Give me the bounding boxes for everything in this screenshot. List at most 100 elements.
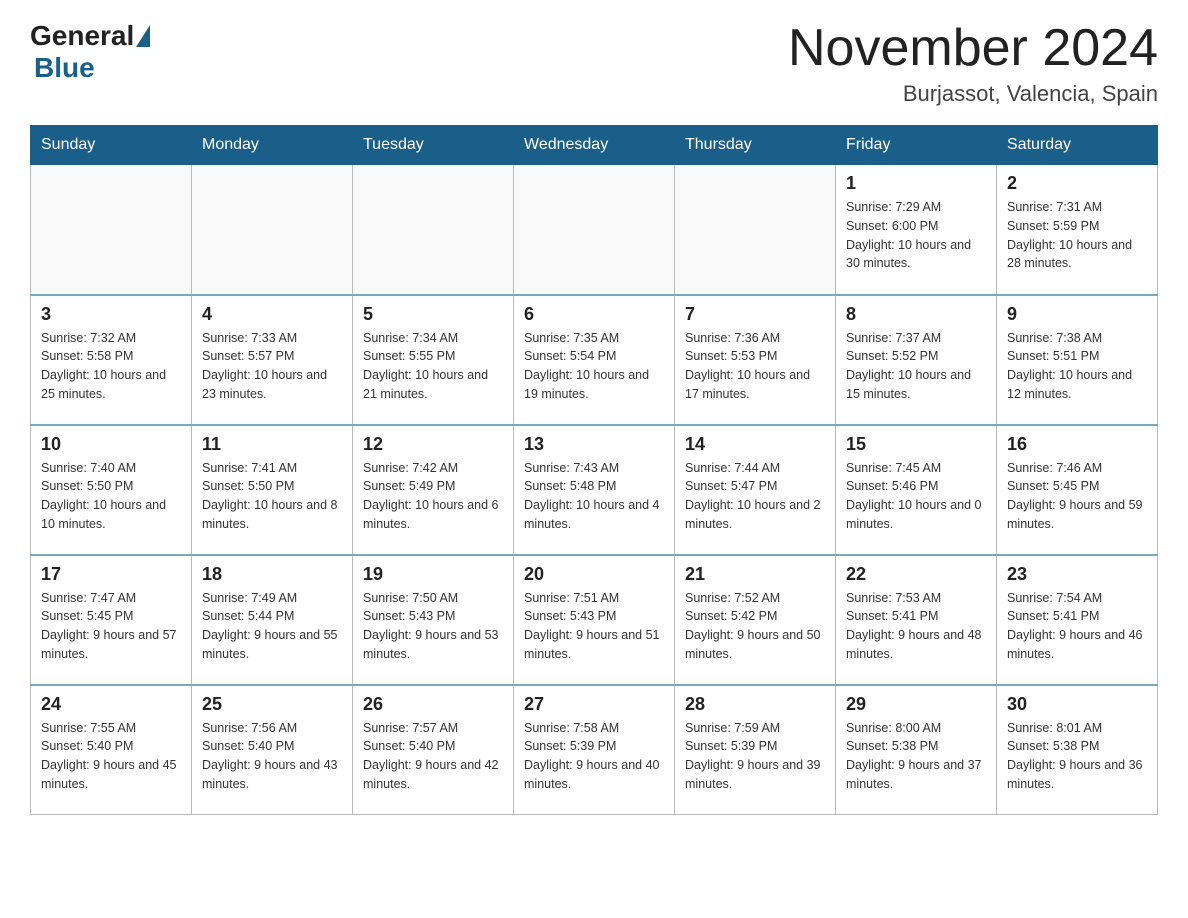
calendar-cell xyxy=(192,165,353,295)
col-header-monday: Monday xyxy=(192,126,353,165)
day-number: 21 xyxy=(685,564,825,585)
logo-blue-text: Blue xyxy=(34,52,95,83)
calendar-cell xyxy=(31,165,192,295)
calendar-week-row: 1 Sunrise: 7:29 AMSunset: 6:00 PMDaylight… xyxy=(31,165,1158,295)
calendar-cell: 28 Sunrise: 7:59 AMSunset: 5:39 PMDayligh… xyxy=(675,685,836,815)
calendar-header-row: SundayMondayTuesdayWednesdayThursdayFrid… xyxy=(31,126,1158,165)
calendar-cell: 25 Sunrise: 7:56 AMSunset: 5:40 PMDayligh… xyxy=(192,685,353,815)
day-number: 9 xyxy=(1007,304,1147,325)
calendar-cell: 13 Sunrise: 7:43 AMSunset: 5:48 PMDayligh… xyxy=(514,425,675,555)
calendar-cell: 30Sunrise: 8:01 AMSunset: 5:38 PMDayligh… xyxy=(997,685,1158,815)
sun-info: Sunrise: 8:00 AMSunset: 5:38 PMDaylight:… xyxy=(846,719,986,794)
day-number: 18 xyxy=(202,564,342,585)
day-number: 8 xyxy=(846,304,986,325)
day-number: 19 xyxy=(363,564,503,585)
title-block: November 2024 Burjassot, Valencia, Spain xyxy=(788,20,1158,107)
day-number: 23 xyxy=(1007,564,1147,585)
sun-info: Sunrise: 7:38 AMSunset: 5:51 PMDaylight:… xyxy=(1007,329,1147,404)
day-number: 16 xyxy=(1007,434,1147,455)
sun-info: Sunrise: 7:56 AMSunset: 5:40 PMDaylight:… xyxy=(202,719,342,794)
calendar-cell: 26 Sunrise: 7:57 AMSunset: 5:40 PMDayligh… xyxy=(353,685,514,815)
col-header-tuesday: Tuesday xyxy=(353,126,514,165)
day-number: 4 xyxy=(202,304,342,325)
sun-info: Sunrise: 7:52 AMSunset: 5:42 PMDaylight:… xyxy=(685,589,825,664)
day-number: 25 xyxy=(202,694,342,715)
sun-info: Sunrise: 7:33 AMSunset: 5:57 PMDaylight:… xyxy=(202,329,342,404)
sun-info: Sunrise: 7:54 AMSunset: 5:41 PMDaylight:… xyxy=(1007,589,1147,664)
col-header-wednesday: Wednesday xyxy=(514,126,675,165)
day-number: 20 xyxy=(524,564,664,585)
calendar-cell: 14Sunrise: 7:44 AMSunset: 5:47 PMDayligh… xyxy=(675,425,836,555)
sun-info: Sunrise: 7:50 AMSunset: 5:43 PMDaylight:… xyxy=(363,589,503,664)
calendar-cell: 18 Sunrise: 7:49 AMSunset: 5:44 PMDayligh… xyxy=(192,555,353,685)
sun-info: Sunrise: 7:41 AMSunset: 5:50 PMDaylight:… xyxy=(202,459,342,534)
day-number: 13 xyxy=(524,434,664,455)
day-number: 29 xyxy=(846,694,986,715)
day-number: 1 xyxy=(846,173,986,194)
page-header: General Blue November 2024 Burjassot, Va… xyxy=(30,20,1158,107)
sun-info: Sunrise: 7:51 AMSunset: 5:43 PMDaylight:… xyxy=(524,589,664,664)
sun-info: Sunrise: 7:40 AMSunset: 5:50 PMDaylight:… xyxy=(41,459,181,534)
logo-triangle-icon xyxy=(136,25,150,47)
day-number: 11 xyxy=(202,434,342,455)
sun-info: Sunrise: 7:31 AMSunset: 5:59 PMDaylight:… xyxy=(1007,198,1147,273)
sun-info: Sunrise: 8:01 AMSunset: 5:38 PMDaylight:… xyxy=(1007,719,1147,794)
day-number: 12 xyxy=(363,434,503,455)
calendar-week-row: 3 Sunrise: 7:32 AMSunset: 5:58 PMDaylight… xyxy=(31,295,1158,425)
col-header-saturday: Saturday xyxy=(997,126,1158,165)
sun-info: Sunrise: 7:34 AMSunset: 5:55 PMDaylight:… xyxy=(363,329,503,404)
sun-info: Sunrise: 7:42 AMSunset: 5:49 PMDaylight:… xyxy=(363,459,503,534)
sun-info: Sunrise: 7:35 AMSunset: 5:54 PMDaylight:… xyxy=(524,329,664,404)
calendar-week-row: 17Sunrise: 7:47 AMSunset: 5:45 PMDayligh… xyxy=(31,555,1158,685)
calendar-cell xyxy=(514,165,675,295)
calendar-cell: 16 Sunrise: 7:46 AMSunset: 5:45 PMDayligh… xyxy=(997,425,1158,555)
calendar-week-row: 10 Sunrise: 7:40 AMSunset: 5:50 PMDayligh… xyxy=(31,425,1158,555)
sun-info: Sunrise: 7:46 AMSunset: 5:45 PMDaylight:… xyxy=(1007,459,1147,534)
calendar-cell: 22 Sunrise: 7:53 AMSunset: 5:41 PMDayligh… xyxy=(836,555,997,685)
calendar-cell: 5Sunrise: 7:34 AMSunset: 5:55 PMDaylight… xyxy=(353,295,514,425)
logo: General Blue xyxy=(30,20,152,84)
col-header-sunday: Sunday xyxy=(31,126,192,165)
day-number: 28 xyxy=(685,694,825,715)
sun-info: Sunrise: 7:36 AMSunset: 5:53 PMDaylight:… xyxy=(685,329,825,404)
sun-info: Sunrise: 7:57 AMSunset: 5:40 PMDaylight:… xyxy=(363,719,503,794)
sun-info: Sunrise: 7:45 AMSunset: 5:46 PMDaylight:… xyxy=(846,459,986,534)
calendar-cell: 17Sunrise: 7:47 AMSunset: 5:45 PMDayligh… xyxy=(31,555,192,685)
location-subtitle: Burjassot, Valencia, Spain xyxy=(788,81,1158,107)
calendar-cell: 10 Sunrise: 7:40 AMSunset: 5:50 PMDayligh… xyxy=(31,425,192,555)
sun-info: Sunrise: 7:37 AMSunset: 5:52 PMDaylight:… xyxy=(846,329,986,404)
day-number: 2 xyxy=(1007,173,1147,194)
calendar-cell: 6 Sunrise: 7:35 AMSunset: 5:54 PMDaylight… xyxy=(514,295,675,425)
sun-info: Sunrise: 7:49 AMSunset: 5:44 PMDaylight:… xyxy=(202,589,342,664)
sun-info: Sunrise: 7:44 AMSunset: 5:47 PMDaylight:… xyxy=(685,459,825,534)
sun-info: Sunrise: 7:58 AMSunset: 5:39 PMDaylight:… xyxy=(524,719,664,794)
calendar-cell: 24 Sunrise: 7:55 AMSunset: 5:40 PMDayligh… xyxy=(31,685,192,815)
day-number: 6 xyxy=(524,304,664,325)
sun-info: Sunrise: 7:53 AMSunset: 5:41 PMDaylight:… xyxy=(846,589,986,664)
day-number: 3 xyxy=(41,304,181,325)
calendar-cell: 12 Sunrise: 7:42 AMSunset: 5:49 PMDayligh… xyxy=(353,425,514,555)
calendar-cell: 8 Sunrise: 7:37 AMSunset: 5:52 PMDaylight… xyxy=(836,295,997,425)
calendar-cell: 1 Sunrise: 7:29 AMSunset: 6:00 PMDaylight… xyxy=(836,165,997,295)
sun-info: Sunrise: 7:59 AMSunset: 5:39 PMDaylight:… xyxy=(685,719,825,794)
sun-info: Sunrise: 7:32 AMSunset: 5:58 PMDaylight:… xyxy=(41,329,181,404)
day-number: 10 xyxy=(41,434,181,455)
day-number: 22 xyxy=(846,564,986,585)
calendar-cell: 4 Sunrise: 7:33 AMSunset: 5:57 PMDaylight… xyxy=(192,295,353,425)
day-number: 27 xyxy=(524,694,664,715)
day-number: 24 xyxy=(41,694,181,715)
sun-info: Sunrise: 7:43 AMSunset: 5:48 PMDaylight:… xyxy=(524,459,664,534)
calendar-table: SundayMondayTuesdayWednesdayThursdayFrid… xyxy=(30,125,1158,815)
calendar-cell: 7Sunrise: 7:36 AMSunset: 5:53 PMDaylight… xyxy=(675,295,836,425)
sun-info: Sunrise: 7:55 AMSunset: 5:40 PMDaylight:… xyxy=(41,719,181,794)
calendar-cell: 11 Sunrise: 7:41 AMSunset: 5:50 PMDayligh… xyxy=(192,425,353,555)
calendar-cell: 20 Sunrise: 7:51 AMSunset: 5:43 PMDayligh… xyxy=(514,555,675,685)
calendar-cell: 29 Sunrise: 8:00 AMSunset: 5:38 PMDayligh… xyxy=(836,685,997,815)
sun-info: Sunrise: 7:29 AMSunset: 6:00 PMDaylight:… xyxy=(846,198,986,273)
calendar-cell: 9 Sunrise: 7:38 AMSunset: 5:51 PMDaylight… xyxy=(997,295,1158,425)
day-number: 26 xyxy=(363,694,503,715)
col-header-thursday: Thursday xyxy=(675,126,836,165)
calendar-cell: 27 Sunrise: 7:58 AMSunset: 5:39 PMDayligh… xyxy=(514,685,675,815)
calendar-week-row: 24 Sunrise: 7:55 AMSunset: 5:40 PMDayligh… xyxy=(31,685,1158,815)
calendar-cell: 23 Sunrise: 7:54 AMSunset: 5:41 PMDayligh… xyxy=(997,555,1158,685)
